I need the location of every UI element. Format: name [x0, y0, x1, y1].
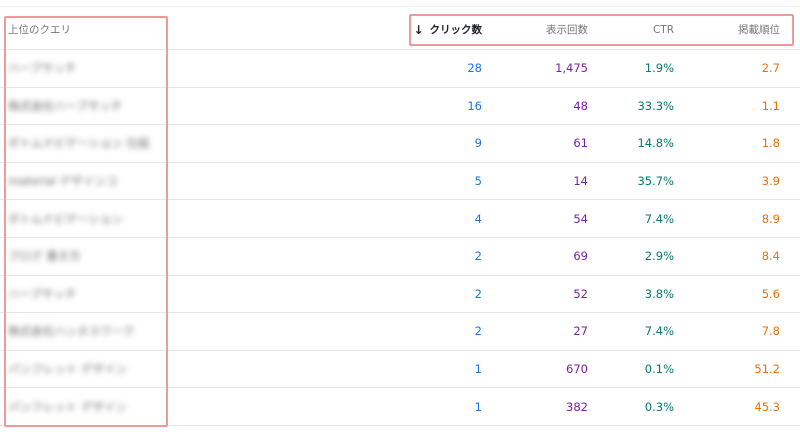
metrics-header-highlight [409, 14, 794, 46]
clicks-value: 1 [474, 362, 482, 377]
clicks-value: 4 [474, 211, 482, 226]
ctr-value: 14.8% [637, 136, 674, 151]
clicks-value: 1 [474, 399, 482, 414]
impressions-value: 27 [573, 324, 588, 339]
position-value: 45.3 [754, 399, 780, 414]
impressions-value: 61 [573, 136, 588, 151]
impressions-value: 52 [573, 286, 588, 301]
impressions-value: 48 [573, 98, 588, 113]
position-value: 8.9 [761, 211, 780, 226]
ctr-value: 33.3% [637, 98, 674, 113]
position-value: 7.8 [761, 324, 780, 339]
query-column-highlight [4, 16, 168, 427]
impressions-value: 54 [573, 211, 588, 226]
ctr-value: 3.8% [644, 286, 674, 301]
ctr-value: 7.4% [644, 211, 674, 226]
position-value: 5.6 [761, 286, 780, 301]
ctr-value: 0.3% [644, 399, 674, 414]
ctr-value: 1.9% [644, 61, 674, 76]
clicks-value: 9 [474, 136, 482, 151]
clicks-value: 28 [467, 61, 482, 76]
ctr-value: 2.9% [644, 249, 674, 264]
ctr-value: 0.1% [644, 362, 674, 377]
position-value: 2.7 [761, 61, 780, 76]
ctr-value: 7.4% [644, 324, 674, 339]
position-value: 1.8 [761, 136, 780, 151]
position-value: 8.4 [761, 249, 780, 264]
clicks-value: 2 [474, 249, 482, 264]
clicks-value: 16 [467, 98, 482, 113]
position-value: 3.9 [761, 174, 780, 189]
impressions-value: 69 [573, 249, 588, 264]
position-value: 1.1 [761, 98, 780, 113]
clicks-value: 2 [474, 286, 482, 301]
impressions-value: 1,475 [555, 61, 588, 76]
clicks-value: 2 [474, 324, 482, 339]
impressions-value: 14 [573, 174, 588, 189]
ctr-value: 35.7% [637, 174, 674, 189]
impressions-value: 382 [566, 399, 588, 414]
impressions-value: 670 [566, 362, 588, 377]
top-divider [0, 6, 800, 7]
clicks-value: 5 [474, 174, 482, 189]
position-value: 51.2 [754, 362, 780, 377]
